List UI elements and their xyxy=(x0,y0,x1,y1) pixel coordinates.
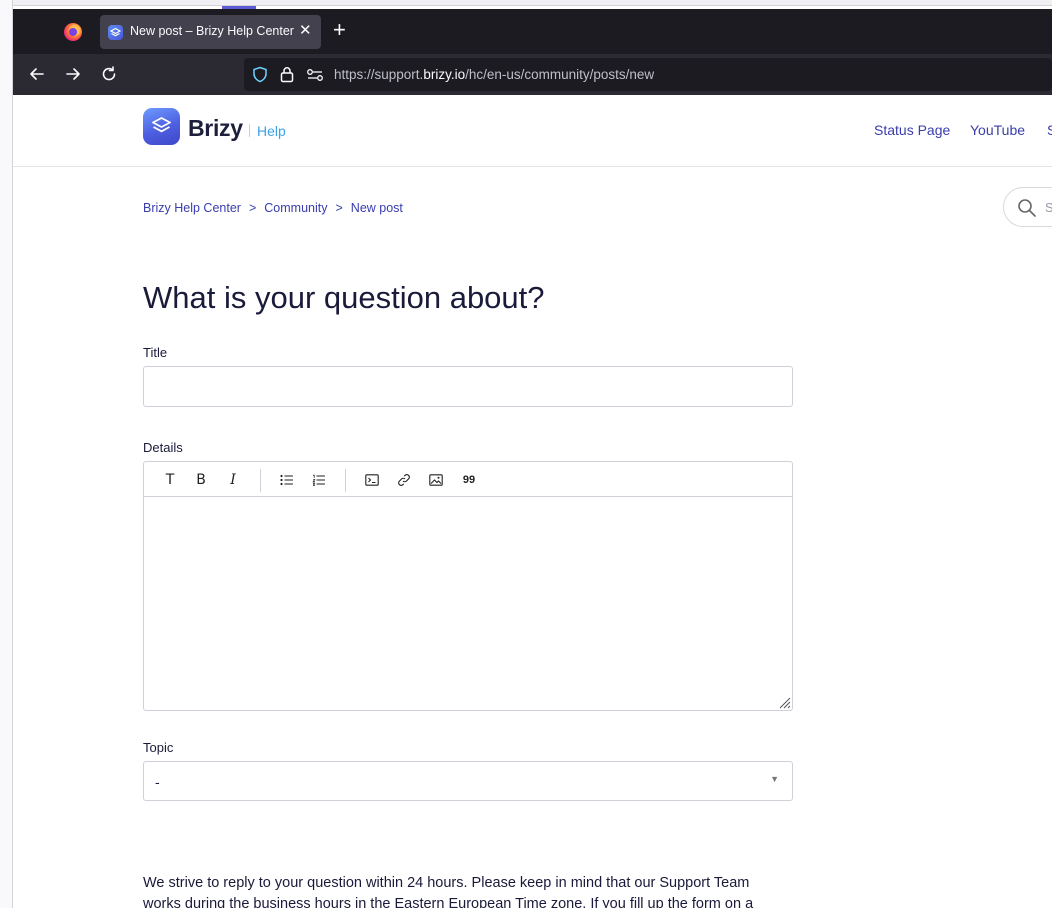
browser-window: { "browser": { "tab_title": "New post – … xyxy=(0,0,1052,908)
title-input[interactable] xyxy=(143,366,793,407)
firefox-icon[interactable] xyxy=(64,23,82,41)
search-input[interactable]: S xyxy=(1003,187,1052,227)
reply-time-notice: We strive to reply to your question with… xyxy=(143,875,754,908)
numbered-list-icon[interactable] xyxy=(309,471,329,489)
window-left-edge xyxy=(0,0,13,908)
address-bar[interactable]: https://support.brizy.io/hc/en-us/commun… xyxy=(244,58,1052,91)
url-text[interactable]: https://support.brizy.io/hc/en-us/commun… xyxy=(334,67,654,82)
new-tab-plus-icon[interactable]: + xyxy=(333,19,346,41)
navigation-toolbar: https://support.brizy.io/hc/en-us/commun… xyxy=(13,54,1052,95)
search-placeholder: S xyxy=(1045,200,1052,215)
back-arrow-icon[interactable] xyxy=(26,63,48,85)
tracking-protection-shield-icon[interactable] xyxy=(252,66,268,88)
topic-value: - xyxy=(155,774,160,790)
breadcrumb: Brizy Help Center > Community > New post xyxy=(143,201,403,215)
header-link-youtube[interactable]: YouTube xyxy=(970,122,1025,138)
text-format-button[interactable]: T xyxy=(160,471,180,489)
url-host: brizy.io xyxy=(423,67,466,82)
tab-title: New post – Brizy Help Center xyxy=(130,24,294,38)
brand-name[interactable]: Brizy xyxy=(188,115,243,142)
page-title: What is your question about? xyxy=(143,280,545,315)
tab-strip: New post – Brizy Help Center ✕ + xyxy=(13,9,1052,54)
brizy-favicon-icon xyxy=(108,25,123,40)
breadcrumb-community[interactable]: Community xyxy=(264,201,327,215)
url-path: /hc/en-us/community/posts/new xyxy=(465,67,655,82)
code-block-icon[interactable] xyxy=(362,471,382,489)
toolbar-divider xyxy=(260,469,261,492)
lock-icon[interactable] xyxy=(280,66,294,88)
breadcrumb-new-post[interactable]: New post xyxy=(351,201,403,215)
bold-button[interactable]: B xyxy=(191,471,211,489)
forward-arrow-icon[interactable] xyxy=(62,63,84,85)
topic-select[interactable]: - ▼ xyxy=(143,761,793,801)
brizy-logo-icon[interactable] xyxy=(143,108,180,145)
url-prefix: https://support. xyxy=(334,67,424,82)
image-icon[interactable] xyxy=(426,471,446,489)
toolbar-divider xyxy=(345,469,346,492)
details-editor[interactable]: T B I 99 xyxy=(143,461,793,711)
topic-label: Topic xyxy=(143,740,174,755)
editor-toolbar: T B I 99 xyxy=(144,462,792,497)
quote-icon[interactable]: 99 xyxy=(459,471,479,489)
breadcrumb-separator: > xyxy=(335,201,343,215)
header-link-truncated[interactable]: S xyxy=(1047,122,1052,138)
site-header: Brizy Help Status Page YouTube S xyxy=(13,95,1052,167)
chevron-down-icon: ▼ xyxy=(770,774,779,784)
bulleted-list-icon[interactable] xyxy=(277,471,297,489)
italic-button[interactable]: I xyxy=(223,471,243,489)
window-top-border xyxy=(0,0,1052,6)
search-icon xyxy=(1018,199,1036,217)
details-label: Details xyxy=(143,440,183,455)
header-link-status-page[interactable]: Status Page xyxy=(874,122,950,138)
brand-divider xyxy=(249,124,250,137)
close-tab-icon[interactable]: ✕ xyxy=(299,22,312,40)
title-label: Title xyxy=(143,345,168,360)
tab-new-post[interactable]: New post – Brizy Help Center ✕ xyxy=(100,15,321,49)
brand-help-label[interactable]: Help xyxy=(257,123,286,139)
resize-handle-icon[interactable] xyxy=(777,695,791,709)
link-icon[interactable] xyxy=(394,471,414,489)
breadcrumb-home[interactable]: Brizy Help Center xyxy=(143,201,241,215)
reload-icon[interactable] xyxy=(98,63,120,85)
breadcrumb-separator: > xyxy=(248,201,257,215)
permissions-icon[interactable] xyxy=(306,68,324,87)
